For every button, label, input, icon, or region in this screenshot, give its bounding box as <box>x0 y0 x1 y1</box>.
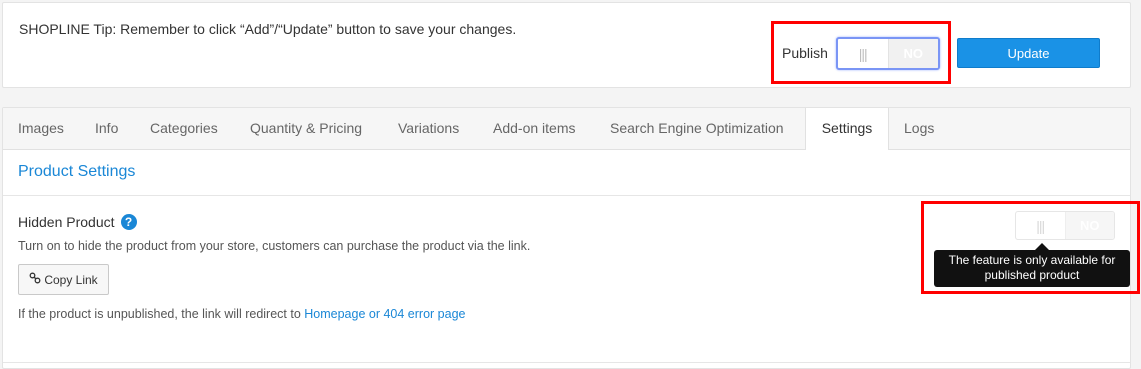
hidden-product-description: Turn on to hide the product from your st… <box>18 239 531 253</box>
tab-add-on-items[interactable]: Add-on items <box>493 108 575 149</box>
tab-logs[interactable]: Logs <box>904 108 934 149</box>
divider <box>3 362 1130 363</box>
toggle-off-label: NO <box>888 39 938 68</box>
tooltip-arrow <box>1035 243 1049 250</box>
hidden-product-title: Hidden Product <box>18 214 115 230</box>
publish-label: Publish <box>782 45 828 61</box>
copy-link-button[interactable]: Copy Link <box>18 264 109 295</box>
hidden-product-heading: Hidden Product ? <box>18 214 137 230</box>
help-icon[interactable]: ? <box>120 214 137 230</box>
redirect-note: If the product is unpublished, the link … <box>18 307 465 321</box>
link-icon <box>29 272 41 287</box>
tab-images[interactable]: Images <box>18 108 64 149</box>
tab-bar: Images Info Categories Quantity & Pricin… <box>3 108 1130 150</box>
tab-seo[interactable]: Search Engine Optimization <box>610 108 784 149</box>
redirect-note-text: If the product is unpublished, the link … <box>18 307 305 321</box>
tab-variations[interactable]: Variations <box>398 108 459 149</box>
tooltip-line-1: The feature is only available for <box>948 253 1116 267</box>
redirect-link[interactable]: Homepage or 404 error page <box>304 307 465 321</box>
publish-toggle[interactable]: ||| NO <box>836 37 940 70</box>
tip-text: SHOPLINE Tip: Remember to click “Add”/“U… <box>19 21 517 37</box>
tab-settings[interactable]: Settings <box>805 108 889 150</box>
toggle-knob-icon: ||| <box>1016 212 1066 239</box>
tooltip: The feature is only available for publis… <box>934 250 1130 287</box>
tab-categories[interactable]: Categories <box>150 108 218 149</box>
toggle-off-label: NO <box>1065 212 1114 239</box>
copy-link-label: Copy Link <box>44 272 98 287</box>
toggle-knob-icon: ||| <box>838 39 889 68</box>
update-button[interactable]: Update <box>957 38 1100 68</box>
section-title: Product Settings <box>18 163 136 180</box>
hidden-product-toggle[interactable]: ||| NO <box>1015 211 1115 240</box>
tab-info[interactable]: Info <box>95 108 118 149</box>
tooltip-line-2: published product <box>984 268 1080 282</box>
divider <box>3 195 1130 196</box>
tab-quantity-pricing[interactable]: Quantity & Pricing <box>250 108 362 149</box>
